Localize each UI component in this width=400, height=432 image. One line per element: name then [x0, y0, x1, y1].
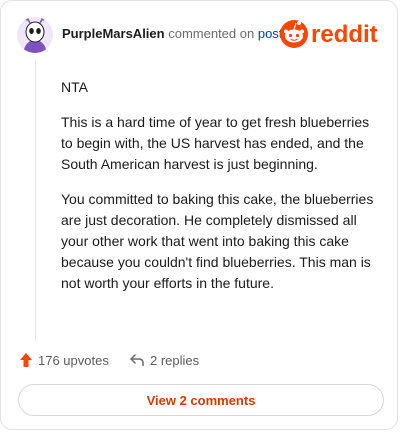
thread-line — [35, 61, 36, 341]
username-link[interactable]: PurpleMarsAlien — [62, 26, 165, 41]
comment-card: PurpleMarsAlien commented on post reddit… — [0, 0, 398, 430]
reddit-logo[interactable]: reddit — [279, 17, 385, 49]
commented-on-text: commented on — [168, 26, 255, 41]
reply-count: 2 replies — [150, 352, 200, 368]
reddit-snoo-icon — [280, 20, 308, 48]
reply-button[interactable]: 2 replies — [129, 349, 199, 371]
comment-meta: PurpleMarsAlien commented on post — [62, 26, 282, 42]
view-comments-button[interactable]: View 2 comments — [18, 384, 384, 416]
alien-avatar-icon — [17, 17, 53, 53]
comment-paragraph: NTA — [61, 79, 88, 95]
upvote-arrow-icon — [20, 353, 32, 367]
comment-paragraph: This is a hard time of year to get fresh… — [61, 114, 370, 172]
comment-paragraph: You committed to baking this cake, the b… — [61, 191, 374, 291]
avatar[interactable] — [17, 17, 53, 53]
reddit-wordmark: reddit — [311, 21, 378, 48]
upvote-button[interactable]: 176 upvotes — [19, 349, 109, 371]
upvote-count: 176 upvotes — [38, 352, 109, 368]
comment-body: NTA This is a hard time of year to get f… — [61, 77, 383, 308]
reply-arrow-icon — [130, 354, 144, 367]
comment-header: PurpleMarsAlien commented on post reddit — [17, 17, 385, 53]
